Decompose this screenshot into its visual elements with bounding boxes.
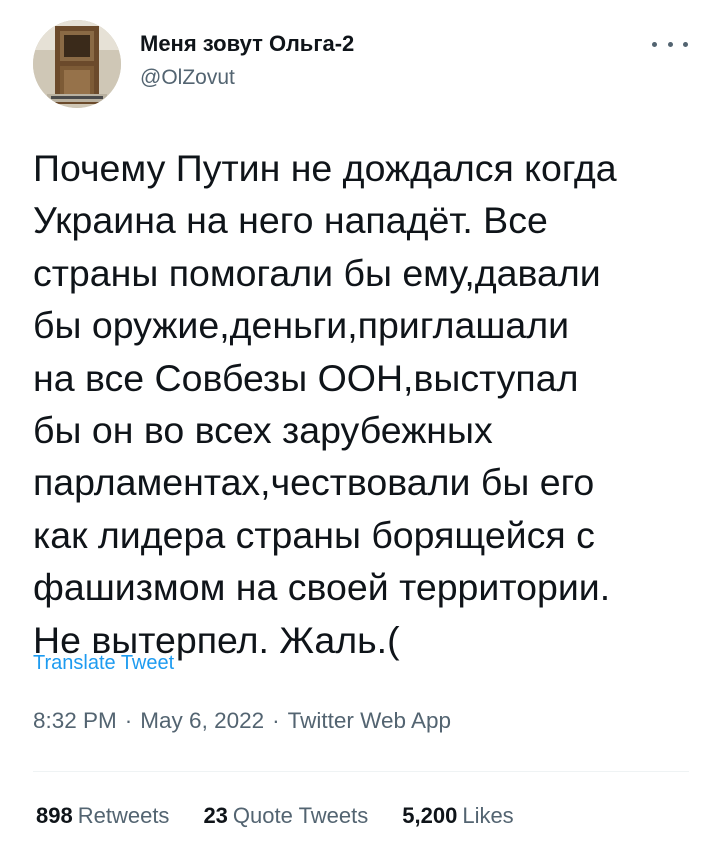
tweet-text: Почему Путин не дождался когда Украина н… [33, 147, 617, 661]
more-dot [683, 41, 688, 47]
tweet-card: Меня зовут Ольга-2 @OlZovut Почему Путин… [0, 0, 719, 860]
meta-separator: · [124, 708, 133, 733]
tweet-source[interactable]: Twitter Web App [288, 708, 451, 733]
retweets-label: Retweets [77, 803, 170, 828]
more-dot [652, 41, 657, 47]
likes-label: Likes [462, 803, 514, 828]
more-dot [667, 41, 673, 47]
retweets-count: 898 [36, 803, 73, 828]
quotes-count: 23 [203, 803, 228, 828]
tweet-metadata: 8:32 PM · May 6, 2022 · Twitter Web App [33, 708, 451, 734]
more-options-icon[interactable] [652, 36, 688, 52]
author-handle[interactable]: @OlZovut [140, 66, 235, 90]
divider [33, 771, 689, 772]
author-display-name[interactable]: Меня зовут Ольга-2 [140, 31, 354, 57]
meta-separator: · [272, 708, 280, 733]
quote-tweets-stat[interactable]: 23 Quote Tweets [203, 803, 368, 829]
likes-count: 5,200 [402, 803, 458, 828]
tweet-date[interactable]: May 6, 2022 [140, 708, 264, 733]
likes-stat[interactable]: 5,200 Likes [402, 803, 513, 829]
avatar-image [33, 20, 121, 108]
tweet-stats: 898 Retweets 23 Quote Tweets 5,200 Likes [36, 803, 548, 829]
retweets-stat[interactable]: 898 Retweets [36, 803, 169, 829]
translate-tweet-link[interactable]: Translate Tweet [33, 652, 174, 675]
quotes-label: Quote Tweets [232, 803, 369, 828]
avatar[interactable] [33, 20, 121, 108]
tweet-time[interactable]: 8:32 PM [33, 708, 117, 733]
